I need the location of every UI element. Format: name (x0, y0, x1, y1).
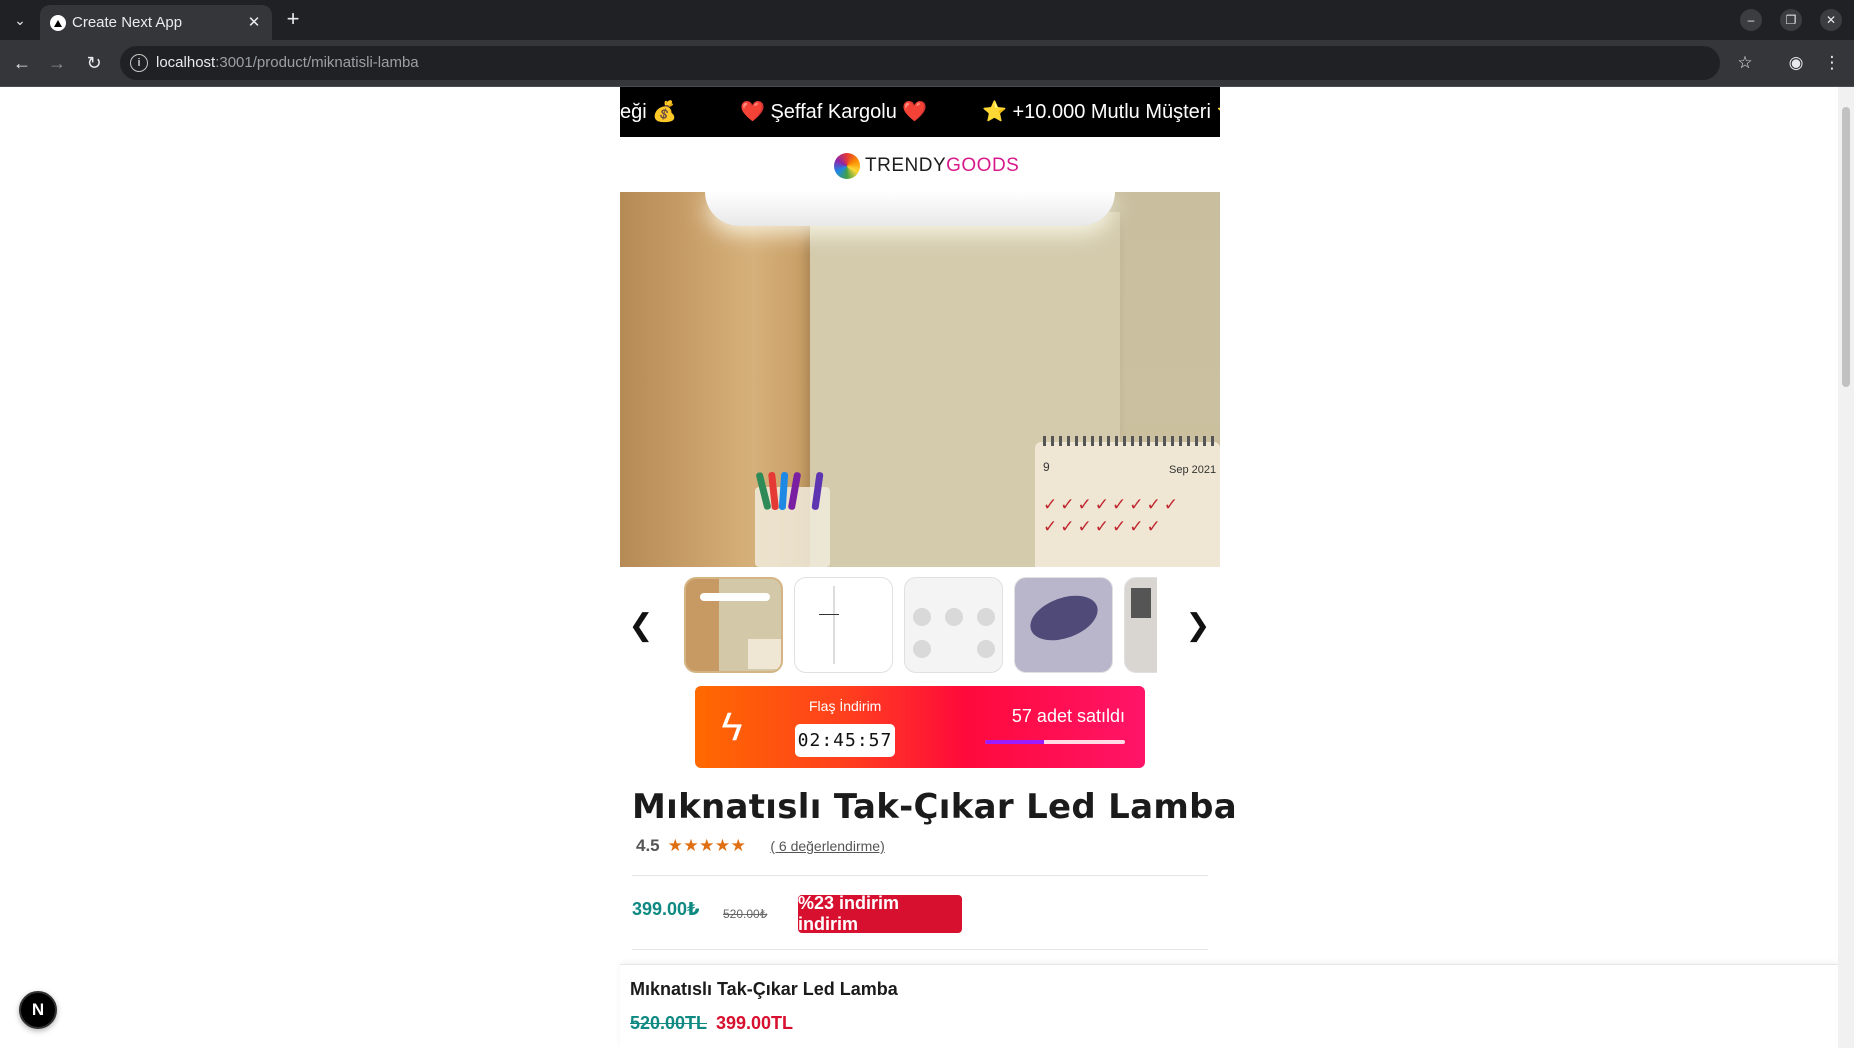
countdown-timer: 02:45:57 (795, 724, 895, 757)
more-menu-icon[interactable]: ⋮ (1820, 51, 1844, 75)
current-price: 399.00₺ (632, 899, 700, 919)
marquee-item: ⭐ +10.000 Mutlu Müşteri ⭐ (982, 101, 1220, 123)
browser-toolbar: ← → ↻ i localhost:3001/product/miknatisl… (0, 40, 1854, 87)
flash-sale-label: Flaş İndirim (809, 698, 882, 714)
thumbnail-lamp-scene[interactable] (684, 577, 783, 673)
bookmark-star-icon[interactable]: ☆ (1733, 51, 1757, 75)
flash-sale-banner: ϟ Flaş İndirim 02:45:57 57 adet satıldı (695, 686, 1145, 768)
restore-icon[interactable]: ❐ (1780, 9, 1802, 31)
reload-icon[interactable]: ↻ (82, 51, 106, 75)
reviews-link[interactable]: ( 6 değerlendirme) (770, 838, 884, 854)
product-title: Mıknatıslı Tak-Çıkar Led Lamba (632, 787, 1237, 827)
discount-badge: %23 indirim indirim (798, 893, 962, 934)
marquee-item: ❤️ Şeffaf Kargolu ❤️ (740, 101, 928, 123)
calendar-check-marks: ✓✓✓✓✓✓✓✓ ✓✓✓✓✓✓✓ (1043, 495, 1181, 536)
url-text: localhost:3001/product/miknatisli-lamba (156, 54, 419, 71)
sold-progress-fill (985, 740, 1044, 744)
carousel-prev-icon[interactable]: ❮ (626, 605, 656, 645)
lightning-bolt-icon: ϟ (721, 705, 743, 749)
nextjs-favicon-icon (50, 15, 66, 31)
announcement-marquee: eği 💰 ❤️ Şeffaf Kargolu ❤️ ⭐ +10.000 Mut… (620, 87, 1220, 137)
sticky-product-title: Mıknatıslı Tak-Çıkar Led Lamba (630, 979, 898, 999)
profile-icon[interactable]: ◉ (1784, 51, 1808, 75)
browser-tab[interactable]: Create Next App ✕ (40, 5, 272, 40)
url-path: :3001/product/miknatisli-lamba (215, 54, 419, 71)
tab-close-icon[interactable]: ✕ (244, 12, 264, 32)
marquee-item: eği 💰 (620, 101, 678, 123)
sold-progress-bar (985, 740, 1125, 744)
site-logo[interactable]: TRENDY GOODS (834, 151, 1019, 181)
forward-arrow-icon[interactable]: → (45, 51, 69, 75)
thumbnail-strip (684, 577, 1157, 673)
thumbnail-bathroom[interactable] (1124, 577, 1157, 673)
address-bar[interactable]: i localhost:3001/product/miknatisli-lamb… (120, 46, 1720, 80)
new-tab-plus-icon[interactable]: + (281, 7, 305, 31)
scrollbar-thumb[interactable] (1842, 107, 1850, 387)
url-host: localhost (156, 54, 216, 71)
sticky-old-price: 520.00TL (630, 1013, 708, 1033)
window-close-icon[interactable]: ✕ (1820, 9, 1842, 31)
thumbnail-dimensions[interactable] (794, 577, 893, 673)
old-price: 520.00₺ (723, 907, 768, 921)
site-info-icon[interactable]: i (130, 54, 148, 72)
tab-title: Create Next App (72, 14, 183, 31)
rating-stars-icon: ★★★★★ (667, 836, 747, 855)
logo-text-goods: GOODS (946, 155, 1020, 176)
sticky-purchase-bar: Mıknatıslı Tak-Çıkar Led Lamba 520.00TL … (620, 964, 1838, 1048)
thumbnail-carousel: ❮ ❯ (620, 577, 1220, 673)
back-arrow-icon[interactable]: ← (10, 51, 34, 75)
rating-value: 4.5 (636, 836, 660, 855)
minimize-icon[interactable]: – (1740, 9, 1762, 31)
product-main-image[interactable]: 9 Sep 2021 ✓✓✓✓✓✓✓✓ ✓✓✓✓✓✓✓ (620, 192, 1220, 567)
desk-calendar: 9 Sep 2021 ✓✓✓✓✓✓✓✓ ✓✓✓✓✓✓✓ (1035, 436, 1220, 567)
page-scrollbar[interactable] (1838, 87, 1854, 1048)
calendar-rings (1043, 436, 1218, 446)
page-viewport: eği 💰 ❤️ Şeffaf Kargolu ❤️ ⭐ +10.000 Mut… (0, 87, 1854, 1048)
led-lamp-bar (705, 192, 1115, 226)
rating-row: 4.5 ★★★★★ ( 6 değerlendirme) (636, 835, 885, 857)
divider (632, 949, 1208, 950)
logo-globe-icon (834, 153, 860, 179)
sold-count: 57 adet satıldı (1011, 706, 1125, 726)
thumbnail-bath-mat[interactable] (1014, 577, 1113, 673)
tab-search-chevron-icon[interactable]: ⌄ (8, 8, 32, 32)
calendar-label: Sep 2021 (1169, 464, 1217, 476)
nextjs-dev-indicator[interactable]: N (19, 991, 57, 1029)
browser-tab-bar: ⌄ Create Next App ✕ + – ❐ ✕ (0, 0, 1854, 40)
calendar-day: 9 (1043, 460, 1050, 474)
sticky-new-price: 399.00TL (716, 1013, 794, 1033)
thumbnail-installation-steps[interactable] (904, 577, 1003, 673)
divider (632, 875, 1208, 876)
logo-text-trendy: TRENDY (865, 155, 947, 176)
carousel-next-icon[interactable]: ❯ (1183, 605, 1213, 645)
